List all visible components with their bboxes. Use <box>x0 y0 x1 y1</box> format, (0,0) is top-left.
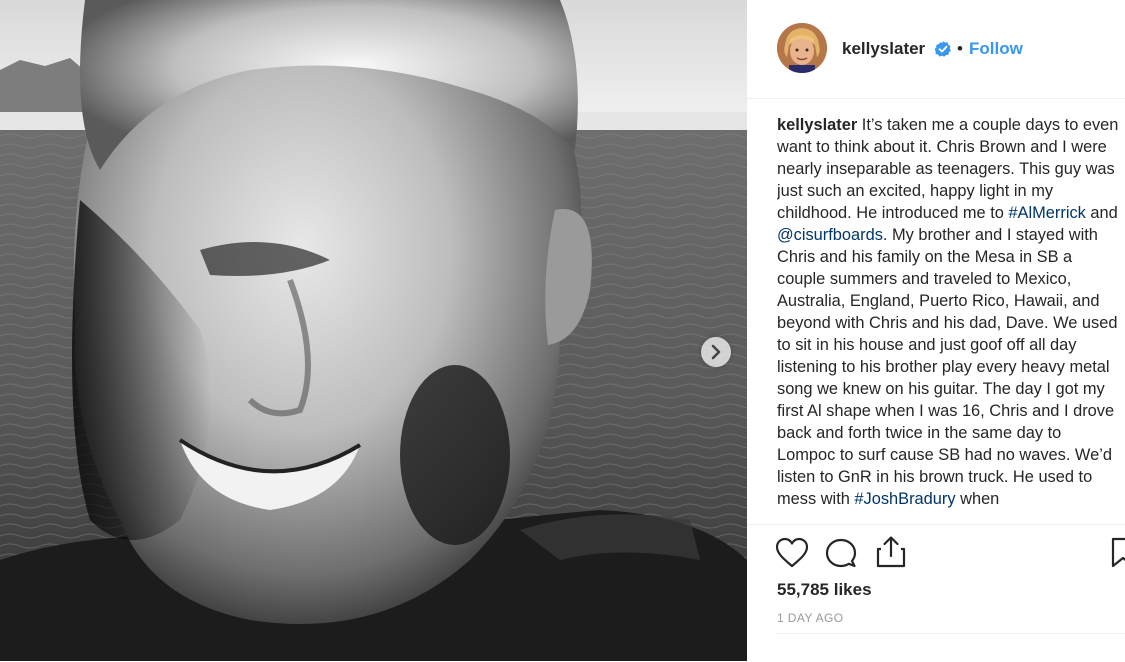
hashtag-link[interactable]: #JoshBradury <box>854 490 955 508</box>
follow-button[interactable]: Follow <box>969 39 1023 59</box>
share-icon[interactable] <box>875 535 907 569</box>
avatar[interactable] <box>777 23 827 73</box>
likes-count[interactable]: 55,785 likes <box>777 580 872 600</box>
bookmark-icon[interactable] <box>1111 537 1125 569</box>
separator-dot: • <box>957 39 963 58</box>
avatar-image <box>777 23 827 73</box>
divider <box>777 633 1125 634</box>
photo-image <box>0 0 747 661</box>
header-username[interactable]: kellyslater <box>842 39 925 59</box>
post-photo[interactable] <box>0 0 747 661</box>
verified-badge-icon <box>934 41 951 57</box>
chevron-right-icon <box>711 344 721 360</box>
post-header: kellyslater • Follow <box>747 0 1125 99</box>
caption: kellyslater It’s taken me a couple days … <box>777 114 1122 510</box>
heart-icon[interactable] <box>775 537 809 569</box>
post-timestamp[interactable]: 1 DAY AGO <box>777 611 844 625</box>
caption-username[interactable]: kellyslater <box>777 116 857 134</box>
comment-icon[interactable] <box>825 537 857 569</box>
mention-link[interactable]: @cisurfboards <box>777 226 883 244</box>
post-actions: 55,785 likes 1 DAY AGO <box>747 524 1125 662</box>
caption-scroll-area[interactable]: kellyslater It’s taken me a couple days … <box>777 114 1122 523</box>
next-photo-button[interactable] <box>701 337 731 367</box>
hashtag-link[interactable]: #AlMerrick <box>1008 204 1085 222</box>
caption-text: and <box>1085 204 1118 222</box>
caption-text: when <box>955 490 1000 508</box>
post-side-panel: kellyslater • Follow kellyslater It’s ta… <box>747 0 1125 661</box>
caption-text: . My brother and I stayed with Chris and… <box>777 226 1118 508</box>
